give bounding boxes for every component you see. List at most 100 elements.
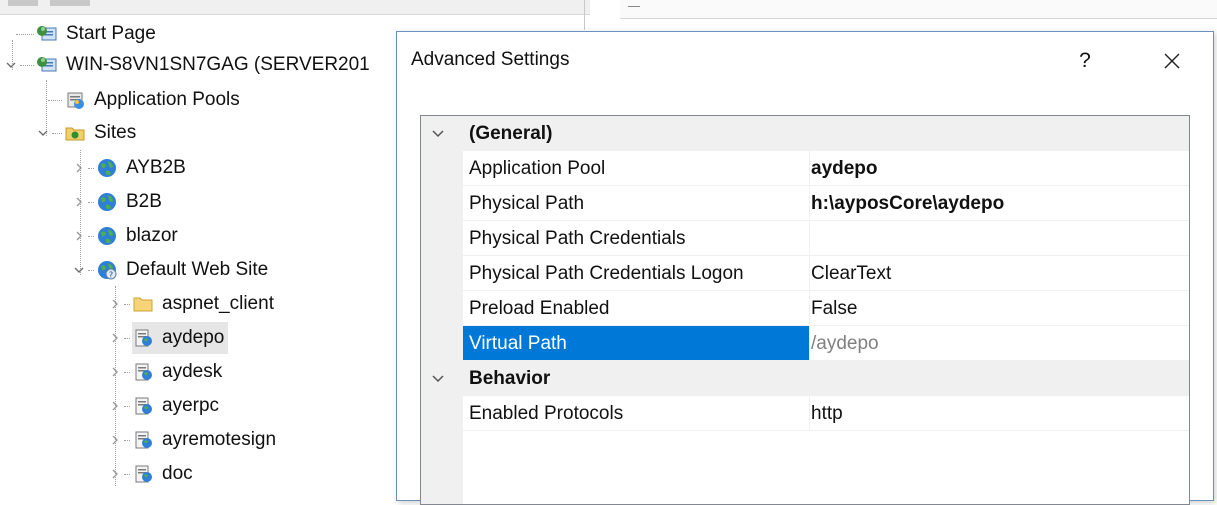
application-icon — [132, 463, 154, 485]
tree-connector — [88, 269, 94, 271]
chevron-right-icon[interactable] — [72, 229, 86, 243]
server-icon — [36, 54, 58, 76]
close-icon — [1163, 52, 1181, 69]
chevron-down-icon[interactable] — [36, 126, 50, 140]
tree-item-label: aydesk — [162, 361, 223, 382]
advanced-settings-dialog: Advanced Settings ? (General) Applicatio… — [396, 31, 1214, 505]
category-label: (General) — [469, 123, 553, 144]
property-row[interactable]: Enabled Protocols http — [421, 396, 1189, 431]
chevron-down-icon[interactable] — [431, 127, 445, 145]
tree-connector — [124, 337, 130, 339]
tree-item-aydepo[interactable]: aydepo — [108, 321, 229, 355]
tree-connector — [88, 167, 94, 169]
tree-connector — [20, 64, 34, 66]
tree-item-ayerpc[interactable]: ayerpc — [108, 389, 219, 423]
property-value[interactable]: /aydepo — [811, 326, 879, 361]
globe-icon — [96, 157, 118, 179]
tree-item-label: Sites — [94, 122, 137, 143]
folder-icon — [132, 293, 154, 315]
property-row[interactable]: Physical Path h:\ayposCore\aydepo — [421, 186, 1189, 221]
property-name: Virtual Path — [469, 333, 567, 354]
property-row[interactable]: Preload Enabled False — [421, 291, 1189, 326]
chevron-right-icon[interactable] — [108, 297, 122, 311]
property-row[interactable]: Application Pool aydepo — [421, 151, 1189, 186]
property-row[interactable]: Physical Path Credentials Logon ClearTex… — [421, 256, 1189, 291]
sites-folder-icon — [64, 122, 86, 144]
close-button[interactable] — [1157, 46, 1187, 76]
tree-item-b2b[interactable]: B2B — [72, 185, 162, 219]
tree-item-doc[interactable]: doc — [108, 457, 193, 491]
dialog-title: Advanced Settings — [411, 49, 570, 70]
globe-icon — [96, 225, 118, 247]
tree-item-blazor[interactable]: blazor — [72, 219, 178, 253]
chevron-down-icon[interactable] — [72, 263, 86, 277]
application-icon — [132, 327, 154, 349]
tree-item-label: B2B — [126, 191, 162, 212]
application-pools-icon — [64, 89, 86, 111]
application-icon — [132, 429, 154, 451]
property-value[interactable]: h:\ayposCore\aydepo — [811, 186, 1004, 221]
chevron-right-icon[interactable] — [72, 161, 86, 175]
tree-item-label: ayerpc — [162, 395, 220, 416]
tree-item-ayb2b[interactable]: AYB2B — [72, 151, 186, 185]
tree-header-strip — [0, 0, 590, 15]
chevron-right-icon[interactable] — [108, 365, 122, 379]
chevron-down-icon[interactable] — [4, 58, 18, 72]
property-row-selected[interactable]: Virtual Path /aydepo — [421, 326, 1189, 361]
tree-connector — [124, 303, 130, 305]
category-general[interactable]: (General) — [421, 116, 1189, 151]
tree-connector — [88, 201, 94, 203]
start-page-icon — [36, 23, 58, 45]
tree-connector — [88, 235, 94, 237]
pane-divider — [584, 0, 585, 30]
tree-connector — [16, 33, 34, 35]
tree-item-sites[interactable]: Sites — [36, 116, 136, 150]
category-behavior[interactable]: Behavior — [421, 361, 1189, 396]
tree-item-label: blazor — [126, 225, 178, 246]
property-name: Enabled Protocols — [469, 403, 624, 424]
content-toolbar — [620, 0, 1217, 19]
tree-item-aydesk[interactable]: aydesk — [108, 355, 222, 389]
property-name: Preload Enabled — [469, 298, 610, 319]
toolbar-mark — [628, 2, 640, 7]
tree-item-application-pools[interactable]: Application Pools — [46, 83, 240, 117]
default-site-icon: ? — [96, 259, 118, 281]
chevron-right-icon[interactable] — [72, 195, 86, 209]
tree-connector — [124, 473, 130, 475]
chevron-right-icon[interactable] — [108, 433, 122, 447]
chevron-right-icon[interactable] — [108, 399, 122, 413]
property-value[interactable]: ClearText — [811, 256, 891, 291]
tree-item-label: WIN-S8VN1SN7GAG (SERVER201 — [66, 54, 370, 75]
tree-item-default-web-site[interactable]: ? Default Web Site — [72, 253, 268, 287]
tree-item-label: AYB2B — [126, 157, 186, 178]
tree-item-start-page[interactable]: Start Page — [14, 17, 156, 51]
property-grid[interactable]: (General) Application Pool aydepo Physic… — [420, 115, 1190, 505]
category-label: Behavior — [469, 368, 551, 389]
globe-icon — [96, 191, 118, 213]
tree-item-label: aspnet_client — [162, 293, 274, 314]
tree-item-ayremotesign[interactable]: ayremotesign — [108, 423, 276, 457]
property-value[interactable]: aydepo — [811, 151, 878, 186]
chevron-down-icon[interactable] — [431, 372, 445, 390]
property-name: Physical Path Credentials — [469, 228, 686, 249]
tree-connector — [48, 99, 62, 101]
tree-connector — [124, 439, 130, 441]
tree-item-server[interactable]: WIN-S8VN1SN7GAG (SERVER201 — [4, 48, 370, 82]
tree-item-aspnet-client[interactable]: aspnet_client — [108, 287, 274, 321]
svg-text:?: ? — [109, 271, 113, 280]
property-row[interactable]: Physical Path Credentials — [421, 221, 1189, 256]
help-button[interactable]: ? — [1070, 46, 1100, 76]
chevron-right-icon[interactable] — [108, 331, 122, 345]
property-value[interactable]: http — [811, 396, 843, 431]
chevron-right-icon[interactable] — [108, 467, 122, 481]
application-icon — [132, 395, 154, 417]
property-value[interactable]: False — [811, 291, 857, 326]
tree-item-label: Default Web Site — [126, 259, 269, 280]
tree-item-label: aydepo — [162, 327, 225, 348]
application-icon — [132, 361, 154, 383]
tree-item-label: Start Page — [66, 23, 156, 44]
property-name: Physical Path Credentials Logon — [469, 263, 744, 284]
property-name: Application Pool — [469, 158, 606, 179]
tree-item-label: doc — [162, 463, 193, 484]
tree-item-label: ayremotesign — [162, 429, 277, 450]
